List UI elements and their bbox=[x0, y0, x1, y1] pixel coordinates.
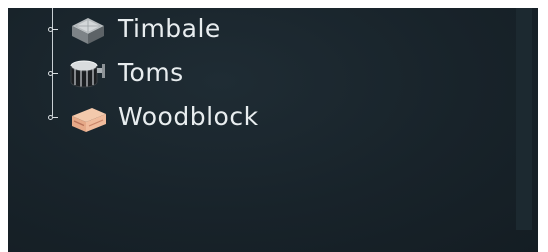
expand-node-icon[interactable] bbox=[48, 115, 58, 120]
tree-item-toms[interactable]: Toms bbox=[48, 56, 488, 90]
tree-item-label: Woodblock bbox=[118, 102, 259, 131]
expand-node-icon[interactable] bbox=[48, 71, 58, 76]
expand-node-icon[interactable] bbox=[48, 27, 58, 32]
vertical-scrollbar[interactable] bbox=[516, 8, 532, 230]
tree-item-label: Timbale bbox=[118, 14, 221, 43]
window-frame: Timbale Toms Woodblock bbox=[0, 0, 548, 252]
tom-drum-icon bbox=[68, 58, 108, 90]
timbale-icon bbox=[68, 14, 108, 46]
tree-item-timbale[interactable]: Timbale bbox=[48, 12, 488, 46]
woodblock-icon bbox=[68, 102, 108, 134]
tree-item-label: Toms bbox=[118, 58, 184, 87]
tree-item-woodblock[interactable]: Woodblock bbox=[48, 100, 488, 134]
instrument-tree-panel: Timbale Toms Woodblock bbox=[8, 8, 538, 252]
